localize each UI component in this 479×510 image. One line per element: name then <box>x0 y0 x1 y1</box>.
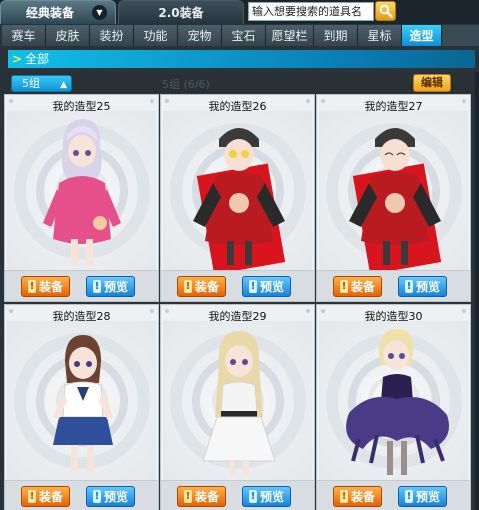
equip-button-label: 装备 <box>350 490 375 504</box>
tab-equipment-2-label: 2.0装备 <box>158 6 204 20</box>
preview-button[interactable]: ! 预览 <box>398 276 447 297</box>
preview-button[interactable]: ! 预览 <box>398 486 447 507</box>
outfit-card[interactable]: 我的造型25 ! 装备 ! 预览 <box>4 94 159 302</box>
group-select-label: 5组 <box>22 77 40 90</box>
outfit-grid: 我的造型25 ! 装备 ! 预览 我的造型26 ! 装备 ! 预览 我的造型27… <box>4 94 471 510</box>
preview-button[interactable]: ! 预览 <box>86 276 135 297</box>
character-figure <box>202 331 276 475</box>
preview-button-label: 预览 <box>103 280 128 294</box>
equip-button-label: 装备 <box>350 280 375 294</box>
outfit-preview <box>319 321 468 481</box>
exclamation-icon: ! <box>92 280 101 293</box>
character-figure <box>193 128 286 271</box>
filter-all-label: 全部 <box>25 52 50 66</box>
equip-button-label: 装备 <box>194 280 219 294</box>
card-actions: ! 装备 ! 预览 <box>5 480 158 510</box>
tab-outfits[interactable]: 造型 <box>402 25 442 46</box>
exclamation-icon: ! <box>27 490 36 503</box>
outfit-card[interactable]: 我的造型27 ! 装备 ! 预览 <box>316 94 471 302</box>
preview-button-label: 预览 <box>259 490 284 504</box>
exclamation-icon: ! <box>248 490 257 503</box>
outfit-preview <box>319 111 468 271</box>
equip-button[interactable]: ! 装备 <box>177 276 226 297</box>
group-select[interactable]: 5组 ▲ <box>11 75 72 92</box>
equip-button[interactable]: ! 装备 <box>333 276 382 297</box>
tab-pets[interactable]: 宠物 <box>178 25 222 46</box>
tab-expiring[interactable]: 到期 <box>314 25 358 46</box>
scrollbar[interactable] <box>475 72 479 510</box>
outfit-card[interactable]: 我的造型30 ! 装备 ! 预览 <box>316 304 471 510</box>
card-actions: ! 装备 ! 预览 <box>161 480 314 510</box>
exclamation-icon: ! <box>404 280 413 293</box>
exclamation-icon: ! <box>27 280 36 293</box>
character-figure <box>349 128 442 271</box>
preview-button[interactable]: ! 预览 <box>86 486 135 507</box>
outfit-window: 经典装备 ▼ 2.0装备 输入想要搜索的道具名 赛车 皮肤 装扮 功能 宠物 宝… <box>0 0 479 510</box>
group-bar: 5组 ▲ 5组 (6/6) 编辑 <box>2 72 475 94</box>
exclamation-icon: ! <box>339 280 348 293</box>
outfit-card[interactable]: 我的造型29 ! 装备 ! 预览 <box>160 304 315 510</box>
tab-wishlist[interactable]: 愿望栏 <box>266 25 314 46</box>
exclamation-icon: ! <box>404 490 413 503</box>
chevron-down-icon[interactable]: ▼ <box>92 5 107 20</box>
outfit-preview <box>163 111 312 271</box>
tab-dressup[interactable]: 装扮 <box>90 25 134 46</box>
search-icon <box>379 4 393 18</box>
category-tabs: 赛车 皮肤 装扮 功能 宠物 宝石 愿望栏 到期 星标 造型 <box>2 25 479 46</box>
preview-button[interactable]: ! 预览 <box>242 486 291 507</box>
group-count: 5组 (6/6) <box>162 78 210 91</box>
exclamation-icon: ! <box>248 280 257 293</box>
outfit-card[interactable]: 我的造型28 ! 装备 ! 预览 <box>4 304 159 510</box>
tab-gems[interactable]: 宝石 <box>222 25 266 46</box>
preview-button[interactable]: ! 预览 <box>242 276 291 297</box>
exclamation-icon: ! <box>339 490 348 503</box>
character-figure <box>346 329 449 475</box>
equip-button-label: 装备 <box>38 280 63 294</box>
preview-button-label: 预览 <box>103 490 128 504</box>
equip-button[interactable]: ! 装备 <box>21 486 70 507</box>
equip-button[interactable]: ! 装备 <box>177 486 226 507</box>
top-tab-strip: 经典装备 ▼ 2.0装备 输入想要搜索的道具名 <box>0 0 479 24</box>
tab-functions[interactable]: 功能 <box>134 25 178 46</box>
equip-button-label: 装备 <box>38 490 63 504</box>
equip-button[interactable]: ! 装备 <box>21 276 70 297</box>
tab-starred[interactable]: 星标 <box>358 25 402 46</box>
preview-button-label: 预览 <box>415 280 440 294</box>
search-button[interactable] <box>375 1 396 21</box>
chevron-right-icon: > <box>12 52 23 66</box>
equip-button[interactable]: ! 装备 <box>333 486 382 507</box>
tab-classic-equipment[interactable]: 经典装备 ▼ <box>0 0 116 24</box>
tab-skins[interactable]: 皮肤 <box>46 25 90 46</box>
character-figure <box>53 335 113 471</box>
exclamation-icon: ! <box>92 490 101 503</box>
equip-button-label: 装备 <box>194 490 219 504</box>
card-actions: ! 装备 ! 预览 <box>5 270 158 301</box>
search-input[interactable]: 输入想要搜索的道具名 <box>248 2 374 21</box>
card-actions: ! 装备 ! 预览 <box>161 270 314 301</box>
tab-classic-equipment-label: 经典装备 <box>25 6 74 20</box>
preview-button-label: 预览 <box>259 280 284 294</box>
card-actions: ! 装备 ! 预览 <box>317 480 470 510</box>
triangle-up-icon: ▲ <box>60 80 67 90</box>
exclamation-icon: ! <box>183 280 192 293</box>
outfit-preview <box>7 321 156 481</box>
filter-all[interactable]: > 全部 <box>8 50 475 68</box>
exclamation-icon: ! <box>183 490 192 503</box>
outfit-preview <box>163 321 312 481</box>
character-figure <box>43 119 121 265</box>
tab-cars[interactable]: 赛车 <box>2 25 46 46</box>
card-actions: ! 装备 ! 预览 <box>317 270 470 301</box>
tab-equipment-2[interactable]: 2.0装备 <box>118 0 244 24</box>
preview-button-label: 预览 <box>415 490 440 504</box>
outfit-preview <box>7 111 156 271</box>
outfit-card[interactable]: 我的造型26 ! 装备 ! 预览 <box>160 94 315 302</box>
edit-button[interactable]: 编辑 <box>413 74 451 92</box>
